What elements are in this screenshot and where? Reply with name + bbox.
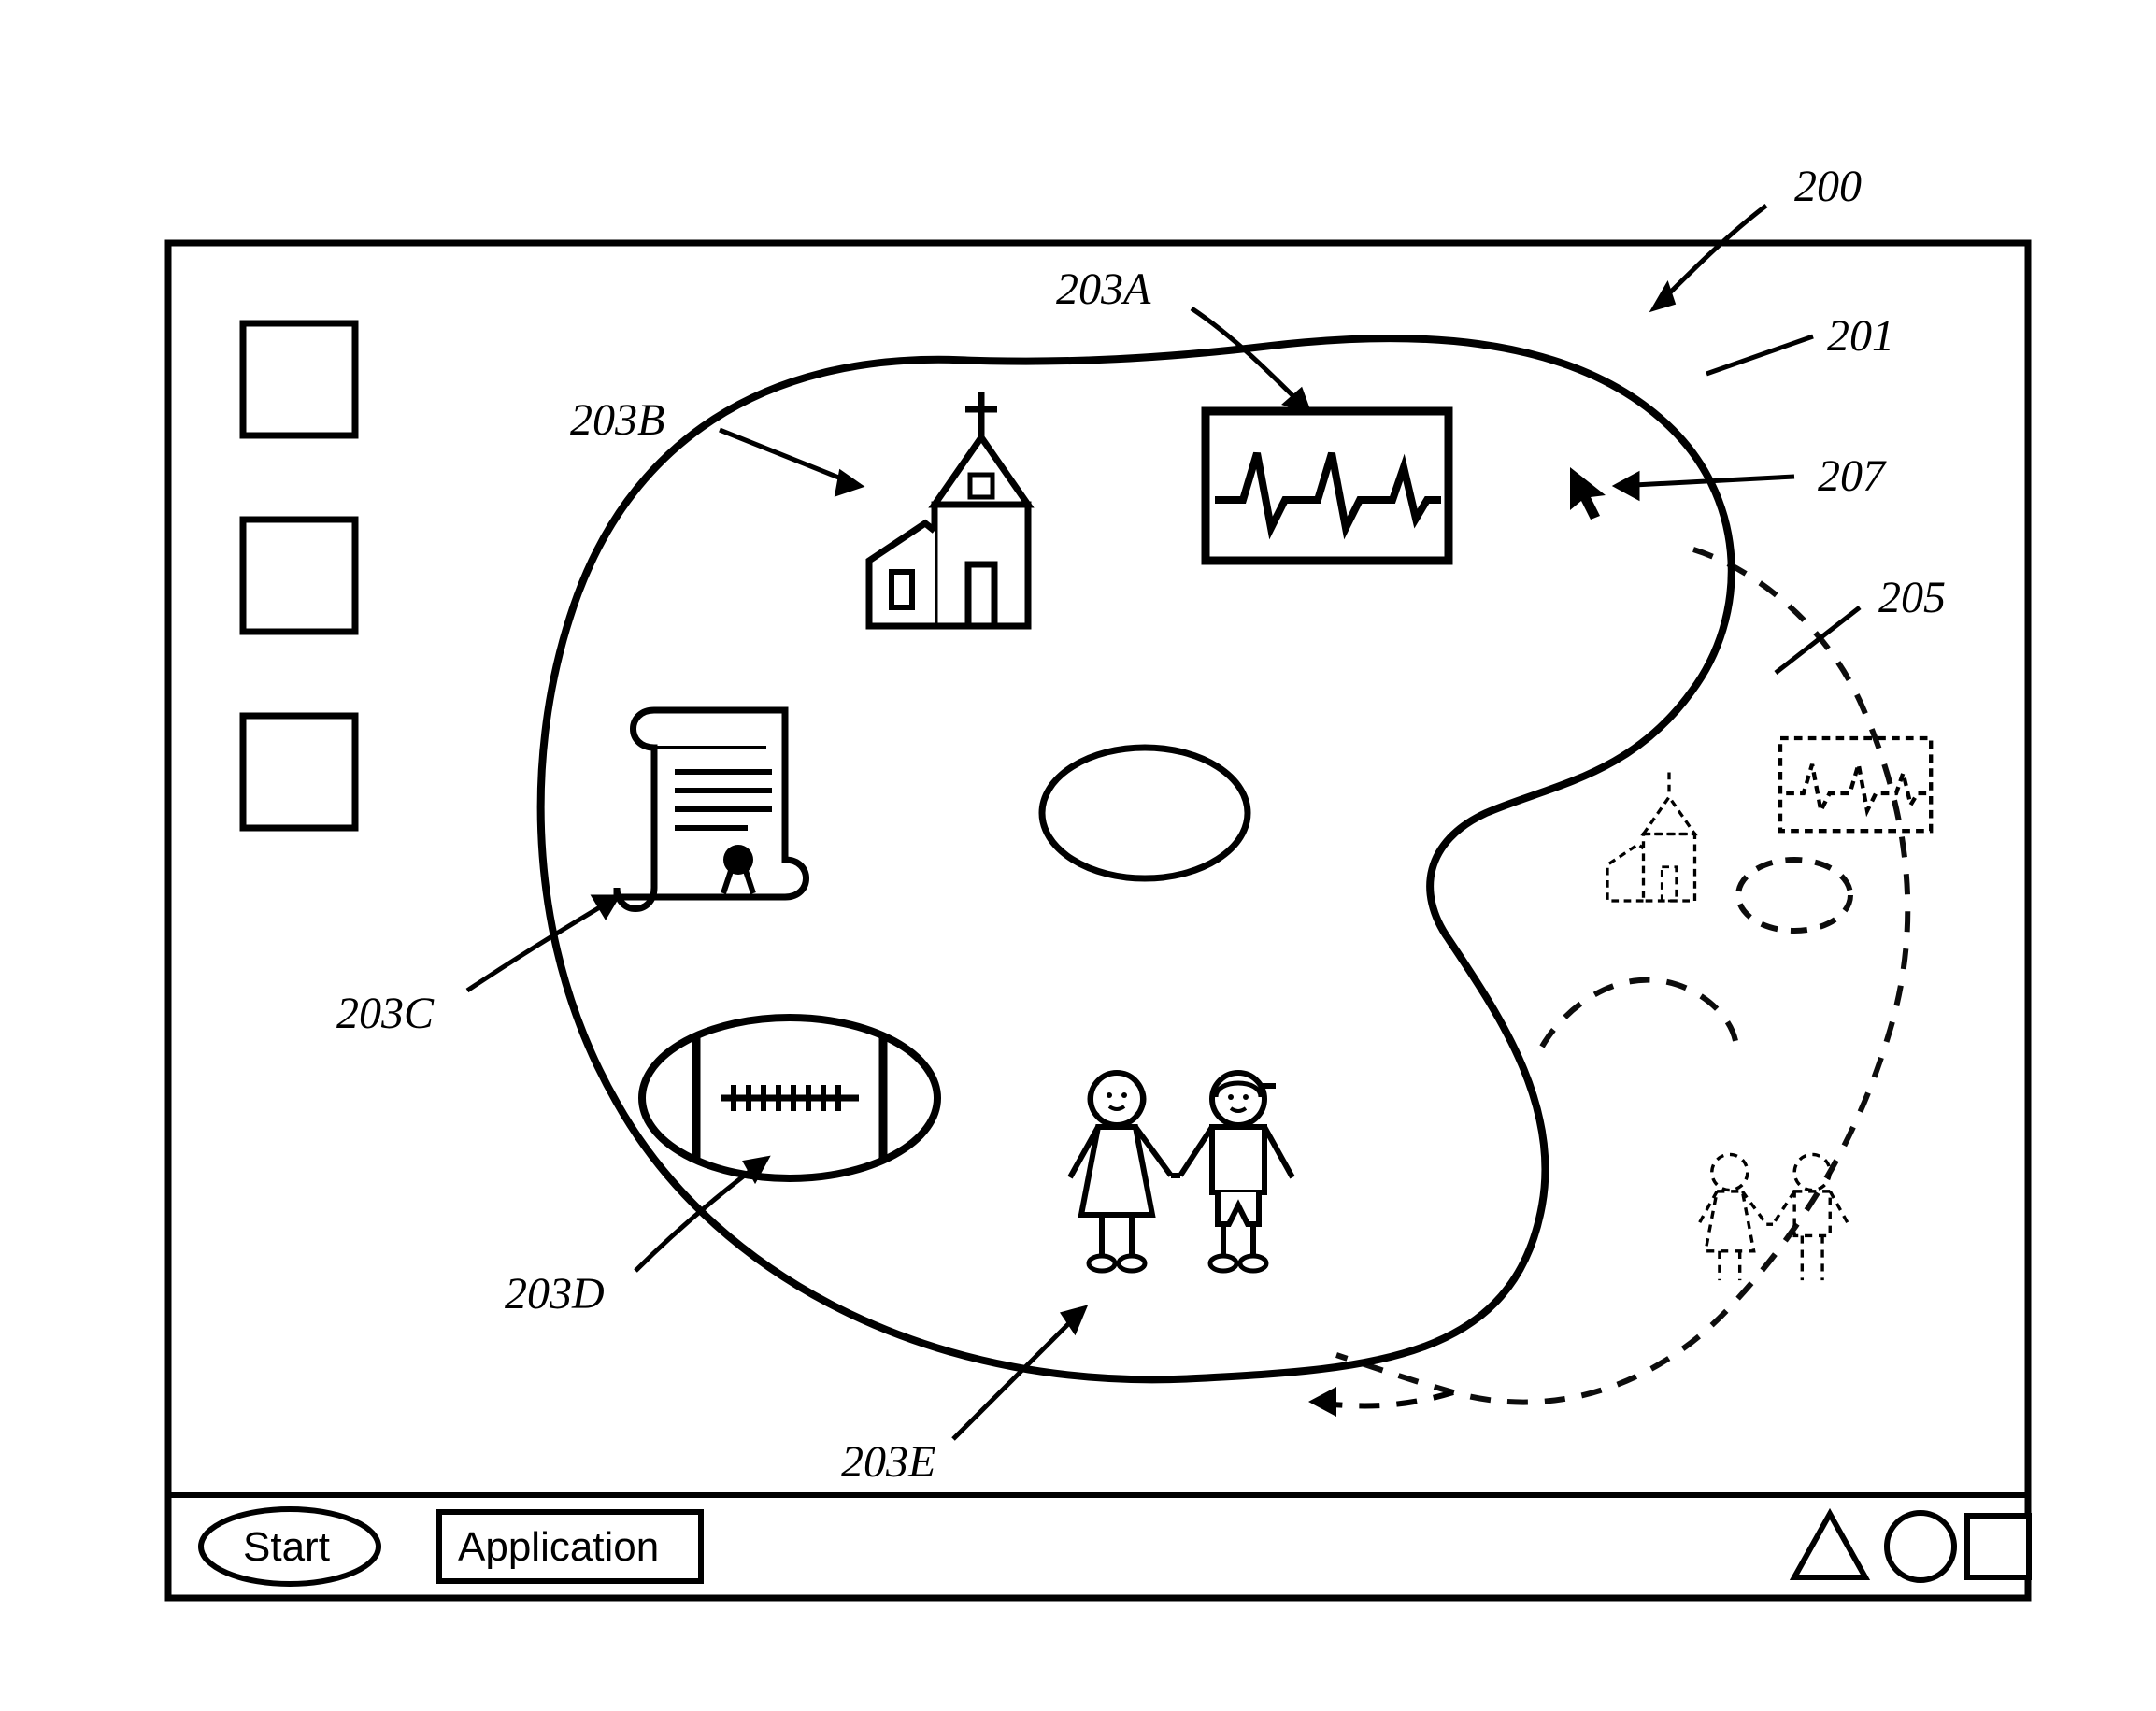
start-button-label: Start — [243, 1524, 330, 1570]
sidebar-square-1 — [243, 323, 355, 435]
ref-200: 200 — [1794, 162, 1862, 211]
football-icon[interactable] — [642, 1018, 937, 1178]
sidebar-square-3 — [243, 716, 355, 828]
sidebar-square-2 — [243, 520, 355, 632]
ref-203B: 203B — [570, 395, 664, 445]
application-button[interactable]: Application — [439, 1512, 701, 1581]
start-button[interactable]: Start — [201, 1509, 378, 1584]
ref-203D: 203D — [505, 1269, 605, 1319]
application-button-label: Application — [458, 1524, 659, 1570]
ref-205: 205 — [1878, 573, 1946, 622]
ref-201: 201 — [1827, 311, 1894, 361]
diagram-svg: 200 201 203A 203B 203C 203D 203E 205 207… — [0, 0, 2156, 1711]
ref-203A: 203A — [1056, 264, 1151, 314]
tray-square-icon[interactable] — [1967, 1516, 2029, 1577]
tray-icons — [1794, 1513, 2029, 1580]
tray-circle-icon[interactable] — [1887, 1513, 1954, 1580]
ref-203C: 203C — [336, 989, 435, 1038]
ref-203E: 203E — [841, 1437, 935, 1487]
ref-207: 207 — [1818, 451, 1887, 501]
ekg-monitor-icon[interactable] — [1206, 411, 1449, 561]
